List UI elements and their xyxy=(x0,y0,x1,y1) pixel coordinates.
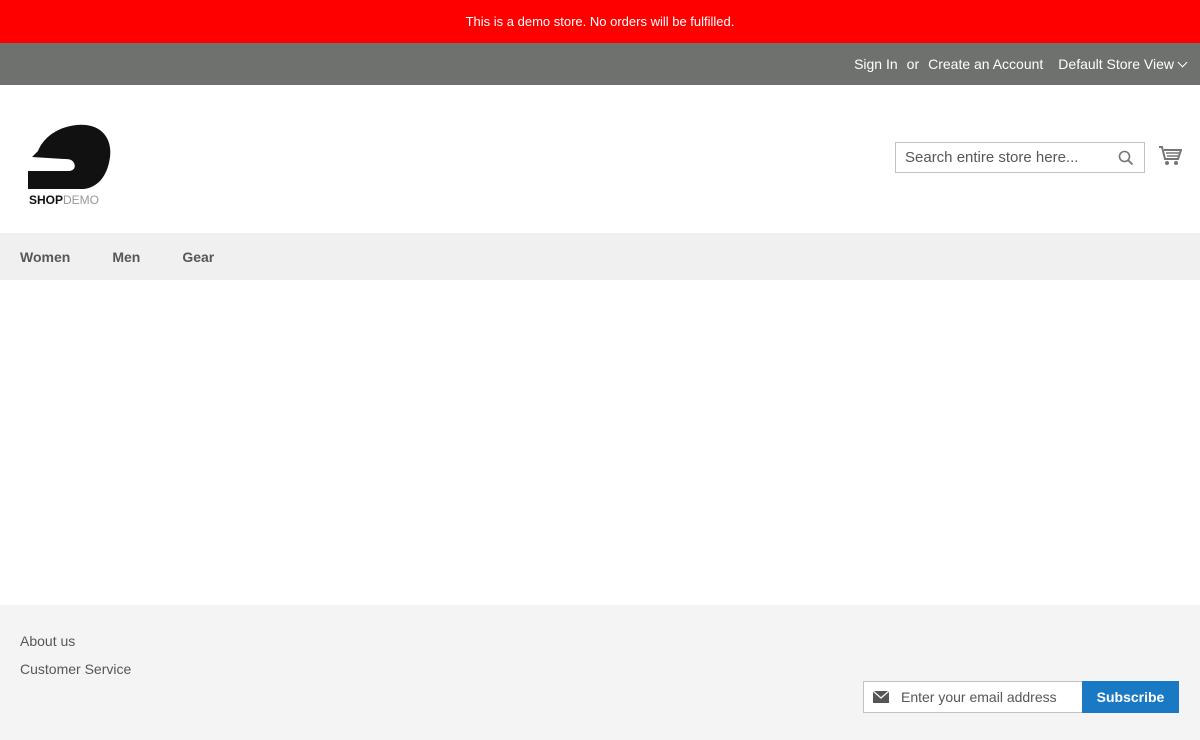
nav-item-women[interactable]: Women xyxy=(20,249,70,265)
nav-item-gear[interactable]: Gear xyxy=(182,249,214,265)
main-navigation: Women Men Gear xyxy=(0,233,1200,280)
logo-wordmark: SHOPDEMO xyxy=(29,193,99,207)
demo-store-notice: This is a demo store. No orders will be … xyxy=(0,0,1200,43)
subscribe-button[interactable]: Subscribe xyxy=(1082,681,1179,713)
or-separator: or xyxy=(906,56,920,72)
search-input[interactable] xyxy=(896,149,1106,166)
site-header: SHOPDEMO xyxy=(0,85,1200,233)
logo-text-light: DEMO xyxy=(63,193,100,207)
sign-in-link[interactable]: Sign In xyxy=(854,56,898,72)
search-icon[interactable] xyxy=(1118,150,1134,166)
top-links-bar: Sign In or Create an Account Default Sto… xyxy=(0,43,1200,85)
store-view-label: Default Store View xyxy=(1058,56,1174,72)
envelope-icon xyxy=(873,691,889,703)
search-box xyxy=(895,142,1145,173)
footer-links: About us Customer Service xyxy=(20,627,131,683)
nav-item-men[interactable]: Men xyxy=(112,249,140,265)
chevron-down-icon xyxy=(1177,57,1188,67)
store-view-switcher[interactable]: Default Store View xyxy=(1058,56,1188,72)
logo-text-bold: SHOP xyxy=(29,193,64,207)
newsletter-field xyxy=(863,681,1083,713)
cart-icon[interactable] xyxy=(1158,145,1182,167)
customer-service-link[interactable]: Customer Service xyxy=(20,655,131,683)
demo-notice-text: This is a demo store. No orders will be … xyxy=(465,14,735,29)
create-account-link[interactable]: Create an Account xyxy=(928,56,1043,72)
main-content xyxy=(0,280,1200,605)
newsletter-email-input[interactable] xyxy=(901,689,1081,705)
site-footer: About us Customer Service Subscribe xyxy=(0,605,1200,740)
about-us-link[interactable]: About us xyxy=(20,627,131,655)
newsletter-form: Subscribe xyxy=(863,681,1179,713)
